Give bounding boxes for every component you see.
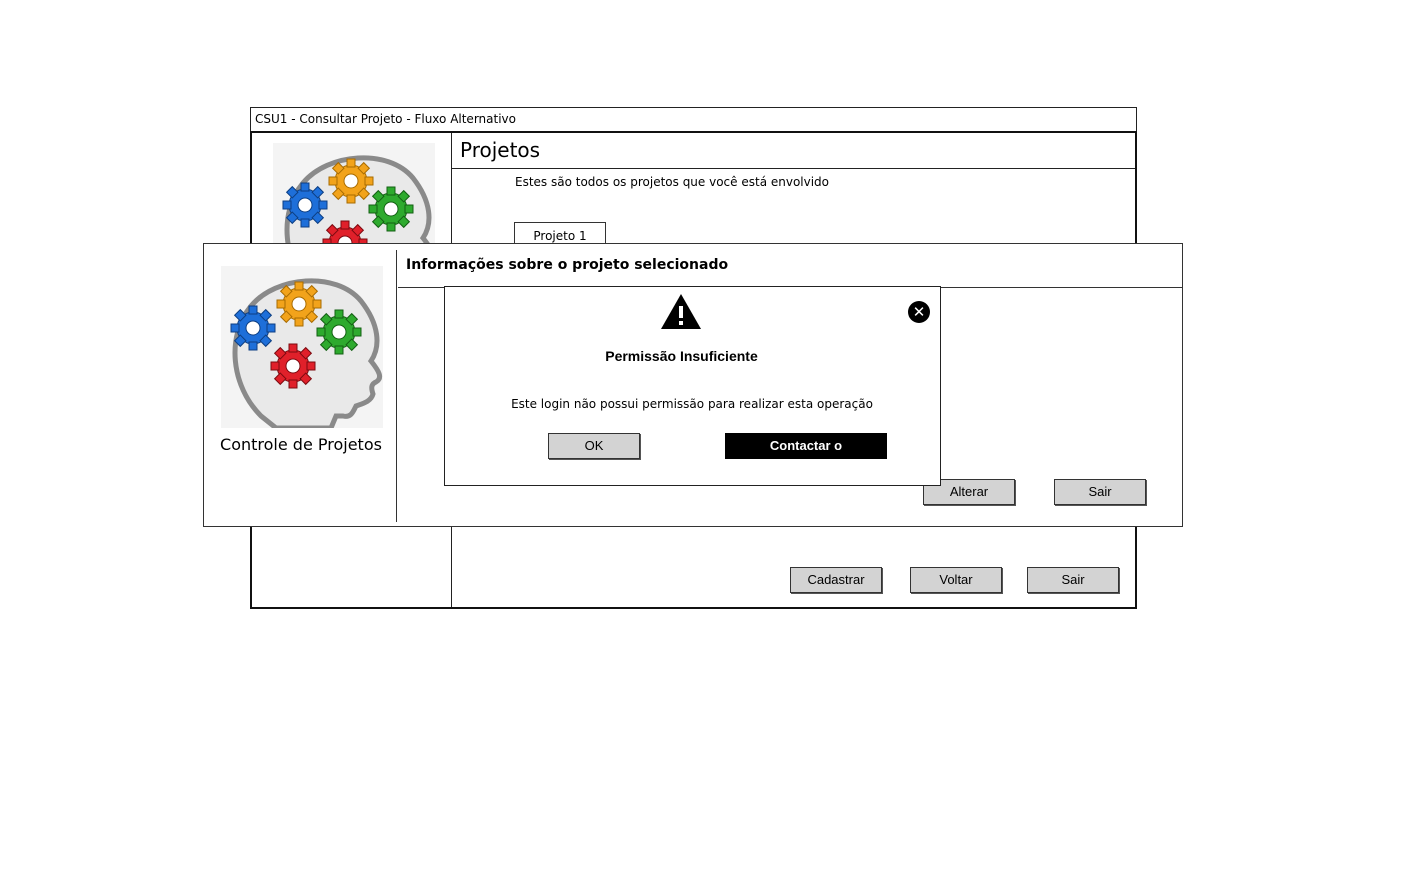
exit-button[interactable]: Sair — [1027, 567, 1119, 593]
dialog-message: Este login não possui permissão para rea… — [511, 397, 873, 411]
register-button[interactable]: Cadastrar — [790, 567, 882, 593]
window-title-bar: CSU1 - Consultar Projeto - Fluxo Alterna… — [250, 107, 1137, 132]
logo-caption: Controle de Projetos — [220, 435, 382, 454]
header-divider — [452, 168, 1135, 169]
close-icon[interactable]: ✕ — [908, 301, 930, 323]
dialog-title: Permissão Insuficiente — [605, 348, 758, 364]
back-button[interactable]: Voltar — [910, 567, 1002, 593]
page-description: Estes são todos os projetos que você est… — [515, 175, 830, 189]
app-logo — [273, 143, 435, 243]
details-exit-button[interactable]: Sair — [1054, 479, 1146, 505]
details-sidebar-divider — [396, 250, 397, 522]
contact-admin-button[interactable]: Contactar o Administrador — [725, 433, 887, 477]
warning-icon — [660, 293, 702, 331]
details-title: Informações sobre o projeto selecionado — [406, 257, 729, 273]
ok-button[interactable]: OK — [548, 433, 640, 459]
app-logo — [221, 266, 383, 428]
window-title: CSU1 - Consultar Projeto - Fluxo Alterna… — [255, 112, 516, 126]
page-title: Projetos — [460, 138, 541, 162]
